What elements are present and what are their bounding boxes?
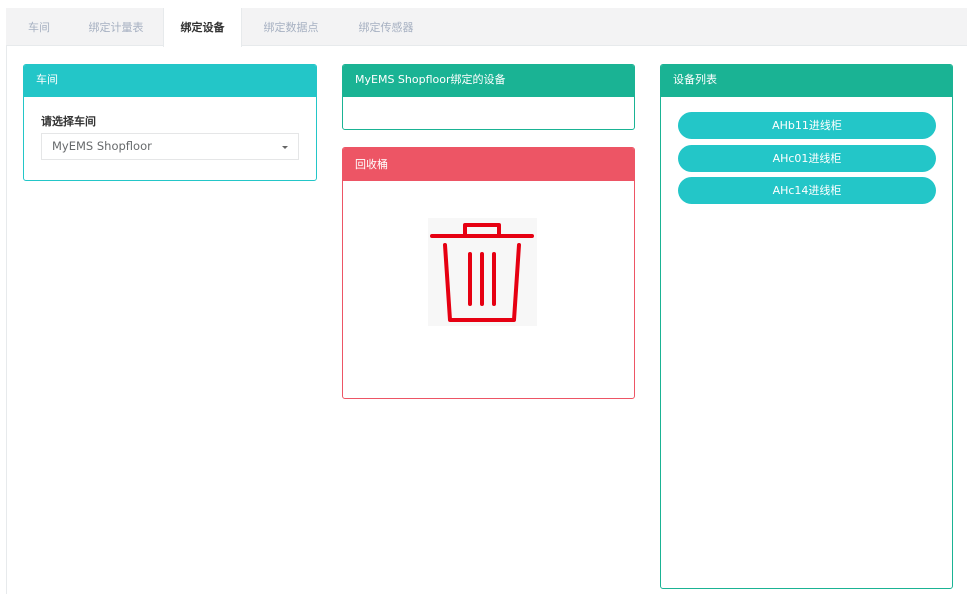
- selected-value: MyEMS Shopfloor: [52, 139, 152, 153]
- equipment-item[interactable]: AHc14进线柜: [678, 177, 936, 204]
- trash-panel[interactable]: 回收桶: [342, 147, 635, 399]
- panel-title: 车间: [24, 65, 316, 97]
- tab-bind-point[interactable]: 绑定数据点: [251, 8, 331, 46]
- tab-shopfloor[interactable]: 车间: [14, 8, 64, 46]
- panel-title: 设备列表: [661, 65, 952, 97]
- tab-bind-equipment[interactable]: 绑定设备: [163, 8, 242, 47]
- bound-equipment-panel: MyEMS Shopfloor绑定的设备: [342, 64, 635, 130]
- tab-bar: 车间 绑定计量表 绑定设备 绑定数据点 绑定传感器: [6, 8, 967, 47]
- equipment-item[interactable]: AHb11进线柜: [678, 112, 936, 139]
- tab-bind-sensor[interactable]: 绑定传感器: [346, 8, 426, 46]
- panel-title: 回收桶: [343, 148, 634, 181]
- shopfloor-select[interactable]: MyEMS Shopfloor: [41, 133, 299, 160]
- shopfloor-panel: 车间 请选择车间 MyEMS Shopfloor: [23, 64, 317, 181]
- panel-title: MyEMS Shopfloor绑定的设备: [343, 65, 634, 97]
- tab-bind-meter[interactable]: 绑定计量表: [76, 8, 156, 46]
- equipment-item[interactable]: AHc01进线柜: [678, 145, 936, 172]
- chevron-down-icon: [282, 146, 288, 149]
- equipment-list-panel: 设备列表 AHb11进线柜 AHc01进线柜 AHc14进线柜: [660, 64, 953, 589]
- trash-icon[interactable]: [428, 218, 537, 326]
- select-label: 请选择车间: [41, 115, 96, 128]
